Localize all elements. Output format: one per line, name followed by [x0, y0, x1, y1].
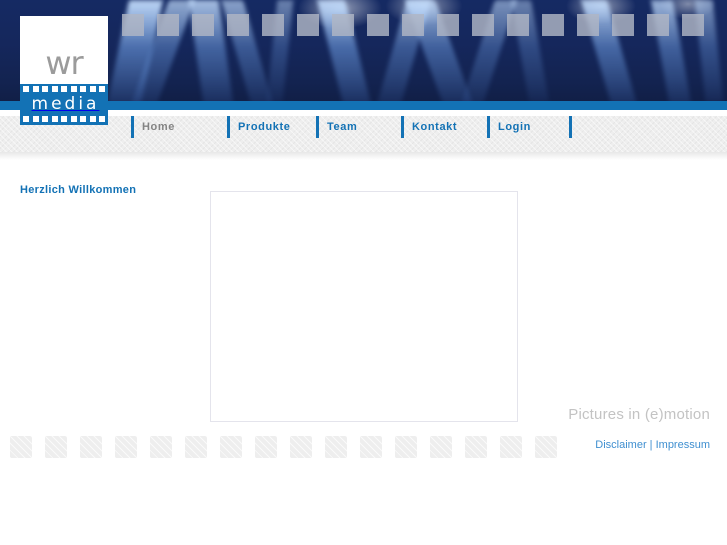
footer-link-impressum[interactable]: Impressum: [656, 439, 710, 451]
nav-end-divider: [569, 116, 572, 138]
footer-film-perforations: [10, 436, 570, 458]
footer-links: Disclaimer | Impressum: [595, 439, 710, 451]
header-blue-band: [0, 101, 727, 110]
main-navigation: Home Produkte Team Kontakt Login: [131, 116, 572, 138]
page-title: Herzlich Willkommen: [20, 184, 137, 197]
site-logo[interactable]: wr media: [20, 16, 108, 125]
footer-link-separator: |: [649, 439, 653, 451]
nav-item-login[interactable]: Login: [487, 116, 569, 138]
logo-perforations-bottom: [20, 114, 108, 125]
header-film-perforations: [0, 14, 727, 36]
site-tagline: Pictures in (e)motion: [568, 406, 710, 423]
logo-wordmark-media: media: [31, 94, 100, 114]
footer-link-disclaimer[interactable]: Disclaimer: [595, 439, 646, 451]
navigation-fade-edge: [0, 152, 727, 160]
nav-item-home[interactable]: Home: [131, 116, 227, 138]
logo-wordmark-wr: wr: [45, 44, 83, 82]
logo-blue-plate: media: [20, 84, 108, 125]
logo-white-plate: wr: [20, 16, 108, 84]
nav-item-team[interactable]: Team: [316, 116, 401, 138]
site-header-banner: [0, 0, 727, 110]
nav-item-produkte[interactable]: Produkte: [227, 116, 316, 138]
nav-item-kontakt[interactable]: Kontakt: [401, 116, 487, 138]
main-content-panel: [210, 191, 518, 422]
